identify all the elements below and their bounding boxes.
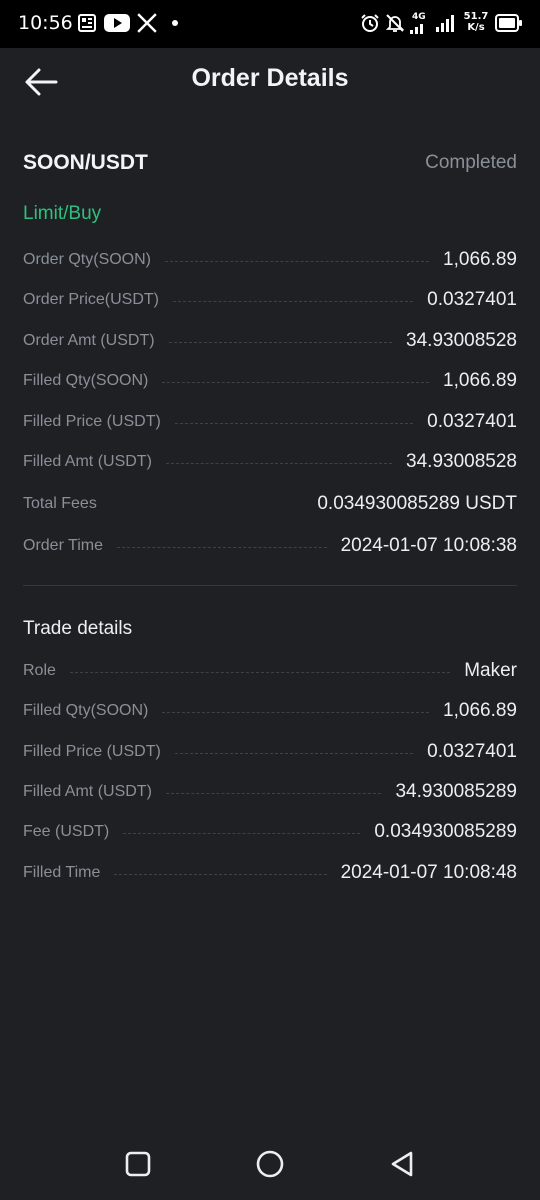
row-value: 1,066.89 <box>443 249 517 270</box>
row-value: 0.034930085289 <box>374 821 517 842</box>
notification-dot-icon <box>172 20 178 26</box>
order-row-order-time: Order Time 2024-01-07 10:08:38 <box>23 533 517 559</box>
dashed-leader <box>174 422 414 424</box>
dashed-leader <box>173 300 414 302</box>
trade-details-title: Trade details <box>23 618 133 639</box>
nav-back-button[interactable] <box>385 1147 419 1181</box>
network-speed-value: 51.7 <box>463 11 489 22</box>
row-label: Filled Qty(SOON) <box>23 702 149 719</box>
dashed-leader <box>165 462 393 464</box>
dashed-leader <box>174 752 414 754</box>
row-value: 2024-01-07 10:08:38 <box>340 535 517 556</box>
mute-bell-icon <box>385 14 405 32</box>
dashed-leader <box>162 711 430 713</box>
trade-row-filled-time: Filled Time 2024-01-07 10:08:48 <box>23 860 517 886</box>
home-button[interactable] <box>253 1147 287 1181</box>
dashed-leader <box>162 381 430 383</box>
status-time: 10:56 <box>18 12 73 34</box>
x-logo-icon <box>137 13 157 33</box>
row-label: Total Fees <box>23 495 97 512</box>
row-label: Order Price(USDT) <box>23 291 160 308</box>
order-row-order-qty: Order Qty(SOON) 1,066.89 <box>23 247 517 273</box>
row-value: 2024-01-07 10:08:48 <box>340 862 517 883</box>
row-value: 1,066.89 <box>443 700 517 721</box>
trade-row-role: Role Maker <box>23 658 517 684</box>
row-value: 0.0327401 <box>427 741 517 762</box>
status-bar: 10:56 4G 51.7 K/s <box>0 0 540 48</box>
row-value: 0.0327401 <box>427 289 517 310</box>
trade-row-fee: Fee (USDT) 0.034930085289 <box>23 819 517 845</box>
network-speed-unit: K/s <box>467 22 485 33</box>
order-row-order-price: Order Price(USDT) 0.0327401 <box>23 287 517 313</box>
order-row-filled-price: Filled Price (USDT) 0.0327401 <box>23 409 517 435</box>
row-label: Filled Price (USDT) <box>23 743 161 760</box>
trade-row-filled-qty: Filled Qty(SOON) 1,066.89 <box>23 698 517 724</box>
network-type: 4G <box>412 12 426 22</box>
row-label: Order Amt (USDT) <box>23 332 155 349</box>
signal-2-icon <box>436 15 454 32</box>
dashed-leader <box>165 792 382 794</box>
row-label: Order Time <box>23 537 104 554</box>
alarm-icon <box>361 14 379 32</box>
recents-button[interactable] <box>121 1147 155 1181</box>
network-speed: 51.7 K/s <box>463 11 489 33</box>
row-value: 34.93008528 <box>406 330 517 351</box>
order-row-total-fees: Total Fees 0.034930085289 USDT <box>23 491 517 517</box>
row-value: Maker <box>464 660 517 681</box>
dashed-leader <box>69 671 451 673</box>
dashed-leader <box>123 832 361 834</box>
square-icon <box>125 1151 151 1177</box>
youtube-icon <box>104 14 130 32</box>
signal-1-icon <box>410 24 423 34</box>
row-label: Order Qty(SOON) <box>23 251 152 268</box>
order-row-filled-amt: Filled Amt (USDT) 34.93008528 <box>23 449 517 475</box>
order-side: Limit/Buy <box>23 203 102 224</box>
row-label: Fee (USDT) <box>23 823 110 840</box>
order-row-filled-qty: Filled Qty(SOON) 1,066.89 <box>23 368 517 394</box>
row-value: 0.0327401 <box>427 411 517 432</box>
section-divider <box>23 585 517 586</box>
news-icon <box>78 14 96 32</box>
row-label: Filled Amt (USDT) <box>23 453 152 470</box>
trade-row-filled-price: Filled Price (USDT) 0.0327401 <box>23 739 517 765</box>
dashed-leader <box>114 873 327 875</box>
row-label: Filled Price (USDT) <box>23 413 161 430</box>
circle-icon <box>256 1150 284 1178</box>
row-label: Filled Amt (USDT) <box>23 783 152 800</box>
dashed-leader <box>165 260 430 262</box>
triangle-back-icon <box>391 1151 413 1177</box>
order-status: Completed <box>425 152 517 173</box>
row-value: 0.034930085289 USDT <box>317 493 517 514</box>
row-value: 34.930085289 <box>395 781 517 802</box>
row-label: Role <box>23 662 56 679</box>
row-value: 34.93008528 <box>406 451 517 472</box>
row-spacer <box>111 505 304 506</box>
row-label: Filled Qty(SOON) <box>23 372 149 389</box>
order-details-screen: 10:56 4G 51.7 K/s Order Details SOON/USD… <box>0 0 540 1200</box>
page-title: Order Details <box>191 64 349 92</box>
dashed-leader <box>168 341 393 343</box>
row-label: Filled Time <box>23 864 101 881</box>
trade-row-filled-amt: Filled Amt (USDT) 34.930085289 <box>23 779 517 805</box>
row-value: 1,066.89 <box>443 370 517 391</box>
dashed-leader <box>117 546 327 548</box>
trading-pair: SOON/USDT <box>23 151 148 174</box>
order-row-order-amt: Order Amt (USDT) 34.93008528 <box>23 328 517 354</box>
battery-icon <box>495 14 522 32</box>
